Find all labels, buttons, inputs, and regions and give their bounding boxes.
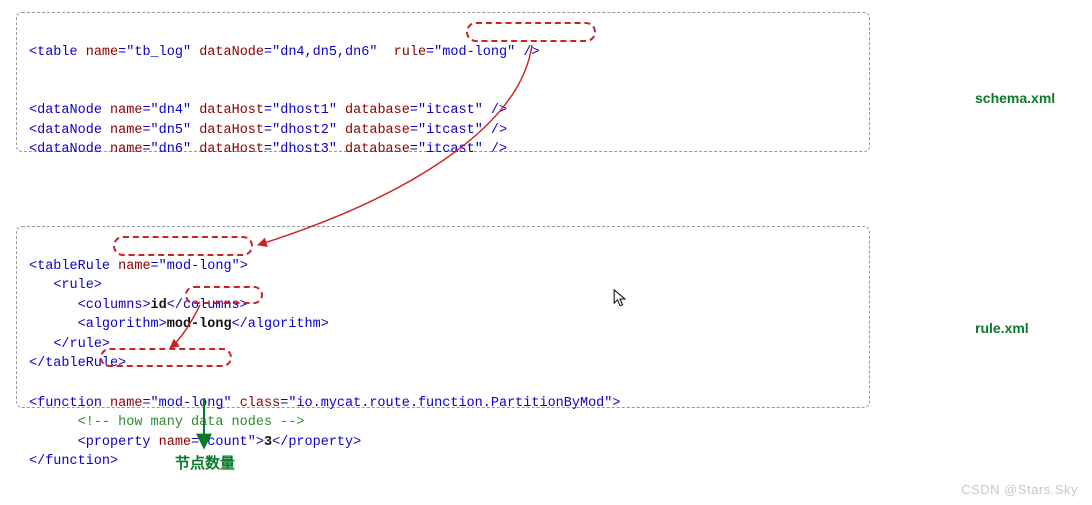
- tablerule-name: mod-long: [167, 259, 232, 274]
- dn-name-1: dn5: [159, 123, 183, 138]
- function-name: mod-long: [159, 396, 224, 411]
- rule-algorithm: mod-long: [167, 317, 232, 332]
- property-value: 3: [264, 435, 272, 450]
- property-name: count: [207, 435, 248, 450]
- dn-db-2: itcast: [426, 142, 475, 157]
- dn-db-0: itcast: [426, 103, 475, 118]
- dn-host-2: dhost3: [280, 142, 329, 157]
- cursor-icon: [613, 289, 627, 309]
- dn-name-2: dn6: [159, 142, 183, 157]
- label-node-count: 节点数量: [175, 452, 235, 473]
- label-rule-xml: rule.xml: [975, 320, 1029, 336]
- dn-name-0: dn4: [159, 103, 183, 118]
- table-rule: mod-long: [442, 45, 507, 60]
- function-comment: <!-- how many data nodes -->: [78, 415, 305, 430]
- table-name: tb_log: [134, 45, 183, 60]
- function-class: io.mycat.route.function.PartitionByMod: [296, 396, 604, 411]
- watermark: CSDN @Stars.Sky: [961, 482, 1078, 497]
- dn-db-1: itcast: [426, 123, 475, 138]
- dn-host-0: dhost1: [280, 103, 329, 118]
- dn-host-1: dhost2: [280, 123, 329, 138]
- schema-xml-box: <table name="tb_log" dataNode="dn4,dn5,d…: [16, 12, 870, 152]
- table-datanode: dn4,dn5,dn6: [280, 45, 369, 60]
- rule-columns: id: [151, 298, 167, 313]
- rule-xml-box: <tableRule name="mod-long"> <rule> <colu…: [16, 226, 870, 408]
- label-schema-xml: schema.xml: [975, 90, 1055, 106]
